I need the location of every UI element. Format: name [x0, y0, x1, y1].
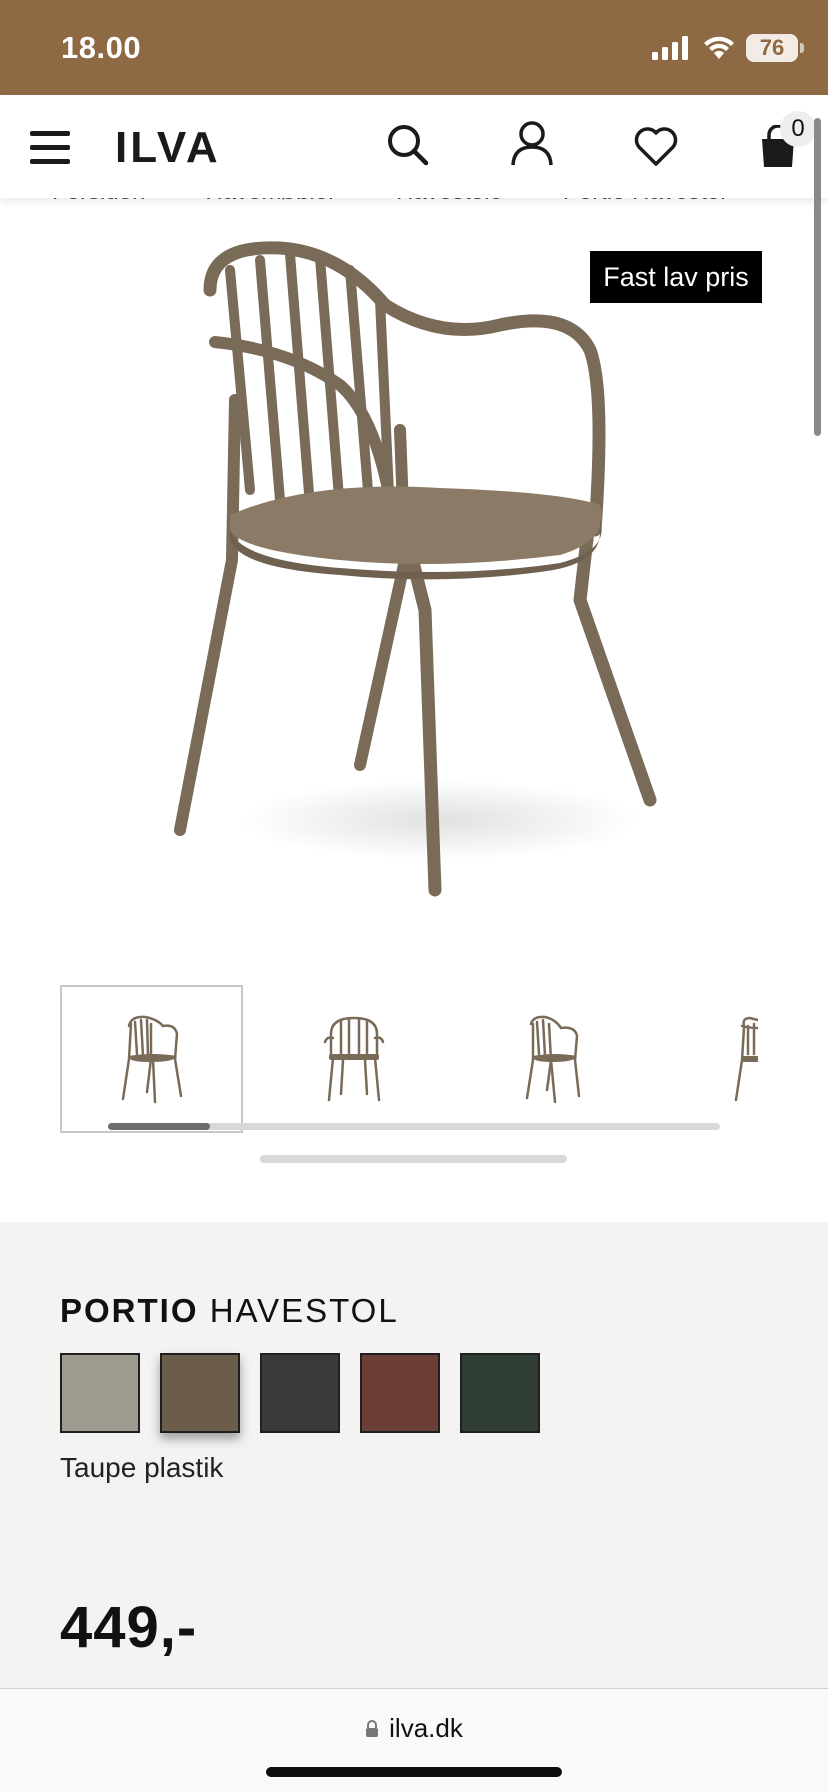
product-price: 449,-: [60, 1595, 198, 1660]
thumbnail-strip[interactable]: [60, 985, 768, 1133]
thumbnail-chair-image: [121, 1015, 182, 1104]
product-title-type: HAVESTOL: [209, 1292, 399, 1329]
thumbnail-chair-image: [525, 1015, 580, 1104]
site-header: ILVA 0: [0, 95, 828, 198]
status-bar: 18.00 76: [0, 0, 828, 95]
thumbnail-2[interactable]: [262, 985, 445, 1133]
wifi-icon: [704, 36, 734, 59]
color-swatch[interactable]: [60, 1353, 140, 1433]
account-icon[interactable]: [510, 121, 554, 167]
heart-icon[interactable]: [634, 127, 678, 167]
product-title-brand: PORTIO: [60, 1292, 199, 1329]
thumbnail-chair-image: [734, 1016, 758, 1102]
color-swatch[interactable]: [460, 1353, 540, 1433]
product-title: PORTIO HAVESTOL: [60, 1292, 399, 1330]
fast-low-price-badge: Fast lav pris: [590, 251, 762, 303]
logo[interactable]: ILVA: [115, 123, 221, 173]
thumbnail-scroll-handle[interactable]: [108, 1123, 210, 1130]
menu-icon[interactable]: [30, 131, 70, 165]
selected-variant-label: Taupe plastik: [60, 1452, 224, 1483]
color-swatch[interactable]: [160, 1353, 240, 1433]
url-display[interactable]: ilva.dk: [0, 1713, 828, 1744]
color-swatch[interactable]: [260, 1353, 340, 1433]
url-text: ilva.dk: [389, 1713, 463, 1743]
gallery-page-indicator: [260, 1155, 567, 1163]
signal-icon: [652, 36, 688, 60]
color-swatch[interactable]: [360, 1353, 440, 1433]
thumbnail-4[interactable]: [666, 985, 768, 1133]
thumbnail-1[interactable]: [60, 985, 243, 1133]
thumbnail-chair-image: [323, 1016, 384, 1102]
product-image[interactable]: [140, 230, 680, 910]
color-swatches: [60, 1353, 540, 1433]
status-time: 18.00: [61, 30, 142, 65]
product-info: PORTIO HAVESTOL Taupe plastik 449,-: [0, 1222, 828, 1688]
page: 18.00 76 ILVA 0 Fast lav pris PORTIO HAV…: [0, 0, 828, 1792]
battery-level: 76: [759, 35, 785, 60]
thumbnail-3[interactable]: [464, 985, 647, 1133]
status-icons: 76: [652, 34, 804, 62]
cart-count-badge: 0: [780, 111, 816, 147]
lock-icon: [366, 1719, 379, 1737]
search-icon[interactable]: [386, 123, 430, 167]
page-scrollbar[interactable]: [814, 118, 821, 436]
home-indicator[interactable]: [266, 1767, 562, 1777]
battery-icon: 76: [746, 34, 804, 62]
browser-url-bar[interactable]: ilva.dk: [0, 1688, 828, 1792]
